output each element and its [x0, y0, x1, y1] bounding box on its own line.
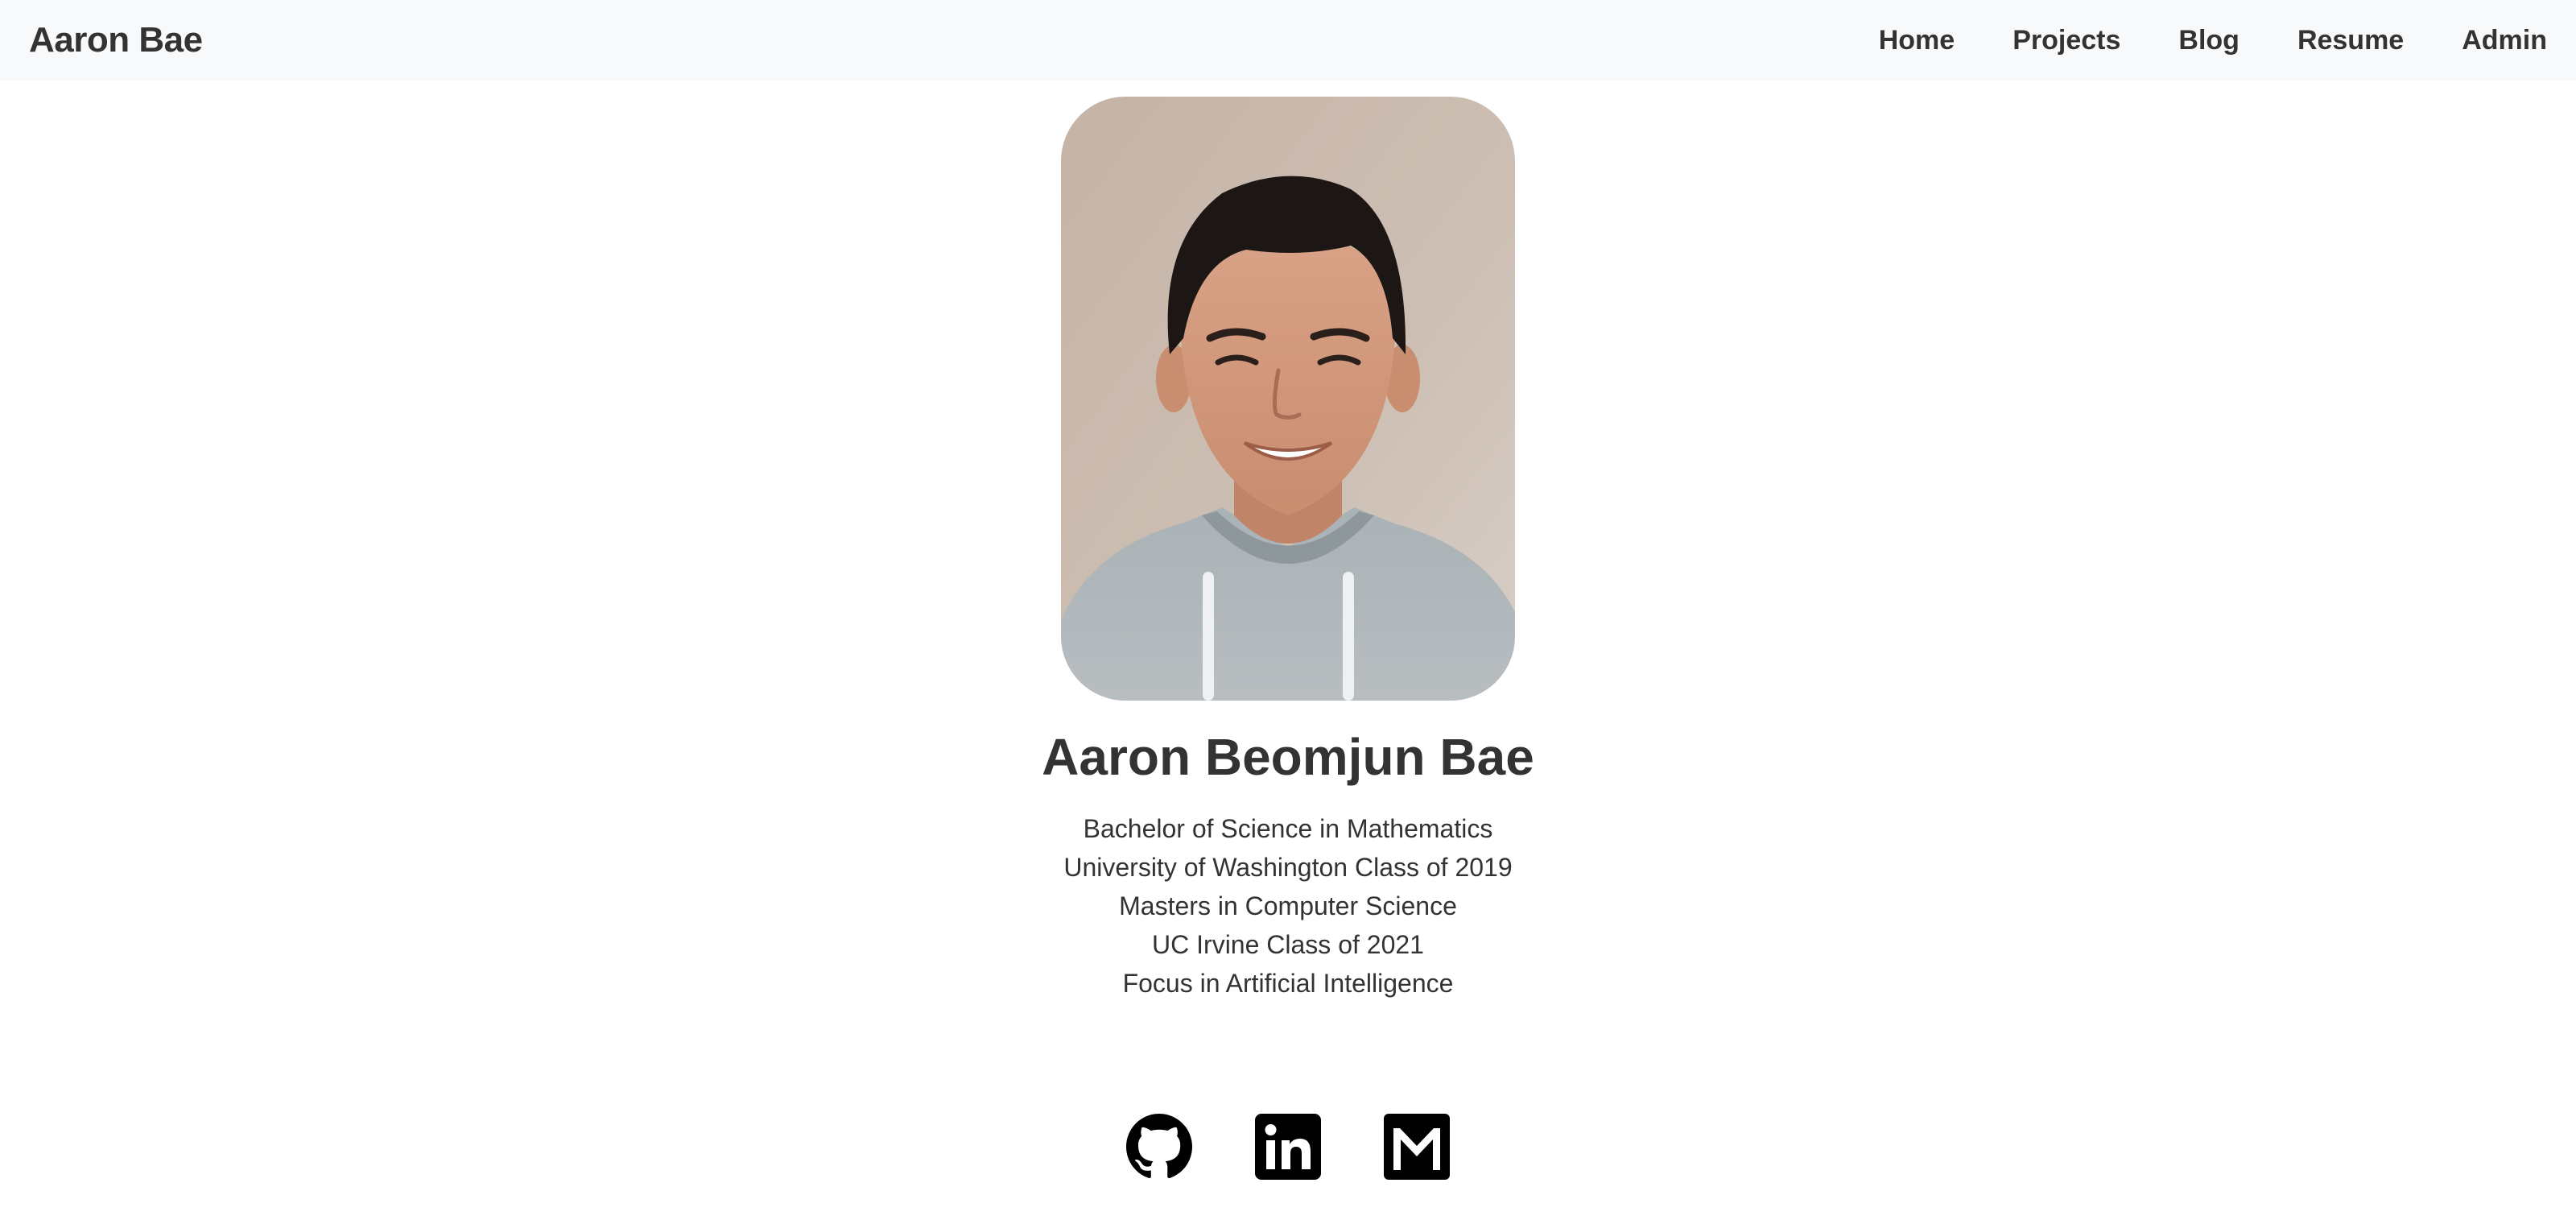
nav-links: Home Projects Blog Resume Admin	[1821, 23, 2547, 58]
brand-link[interactable]: Aaron Bae	[29, 19, 203, 61]
navbar: Aaron Bae Home Projects Blog Resume Admi…	[0, 0, 2576, 81]
linkedin-icon	[1255, 1114, 1321, 1180]
profile-photo	[1061, 97, 1515, 701]
detail-line: UC Irvine Class of 2021	[1152, 930, 1424, 959]
nav-home-link[interactable]: Home	[1821, 23, 1955, 58]
detail-line: Masters in Computer Science	[1119, 891, 1457, 920]
detail-line: Focus in Artificial Intelligence	[1122, 969, 1454, 998]
profile-details: Bachelor of Science in Mathematics Unive…	[0, 809, 2576, 1003]
main-content: Aaron Beomjun Bae Bachelor of Science in…	[0, 81, 2576, 1220]
nav-projects-link[interactable]: Projects	[1955, 23, 2120, 58]
detail-line: Bachelor of Science in Mathematics	[1083, 814, 1493, 843]
nav-resume-link[interactable]: Resume	[2240, 23, 2404, 58]
github-link[interactable]	[1126, 1114, 1192, 1180]
detail-line: University of Washington Class of 2019	[1063, 853, 1513, 882]
profile-name: Aaron Beomjun Bae	[1042, 728, 1534, 786]
nav-blog-link[interactable]: Blog	[2120, 23, 2240, 58]
gmail-icon	[1384, 1114, 1450, 1180]
nav-admin-link[interactable]: Admin	[2404, 23, 2547, 58]
linkedin-link[interactable]	[1255, 1114, 1321, 1180]
github-icon	[1126, 1114, 1192, 1180]
social-links	[0, 1114, 2576, 1180]
gmail-link[interactable]	[1384, 1114, 1450, 1180]
